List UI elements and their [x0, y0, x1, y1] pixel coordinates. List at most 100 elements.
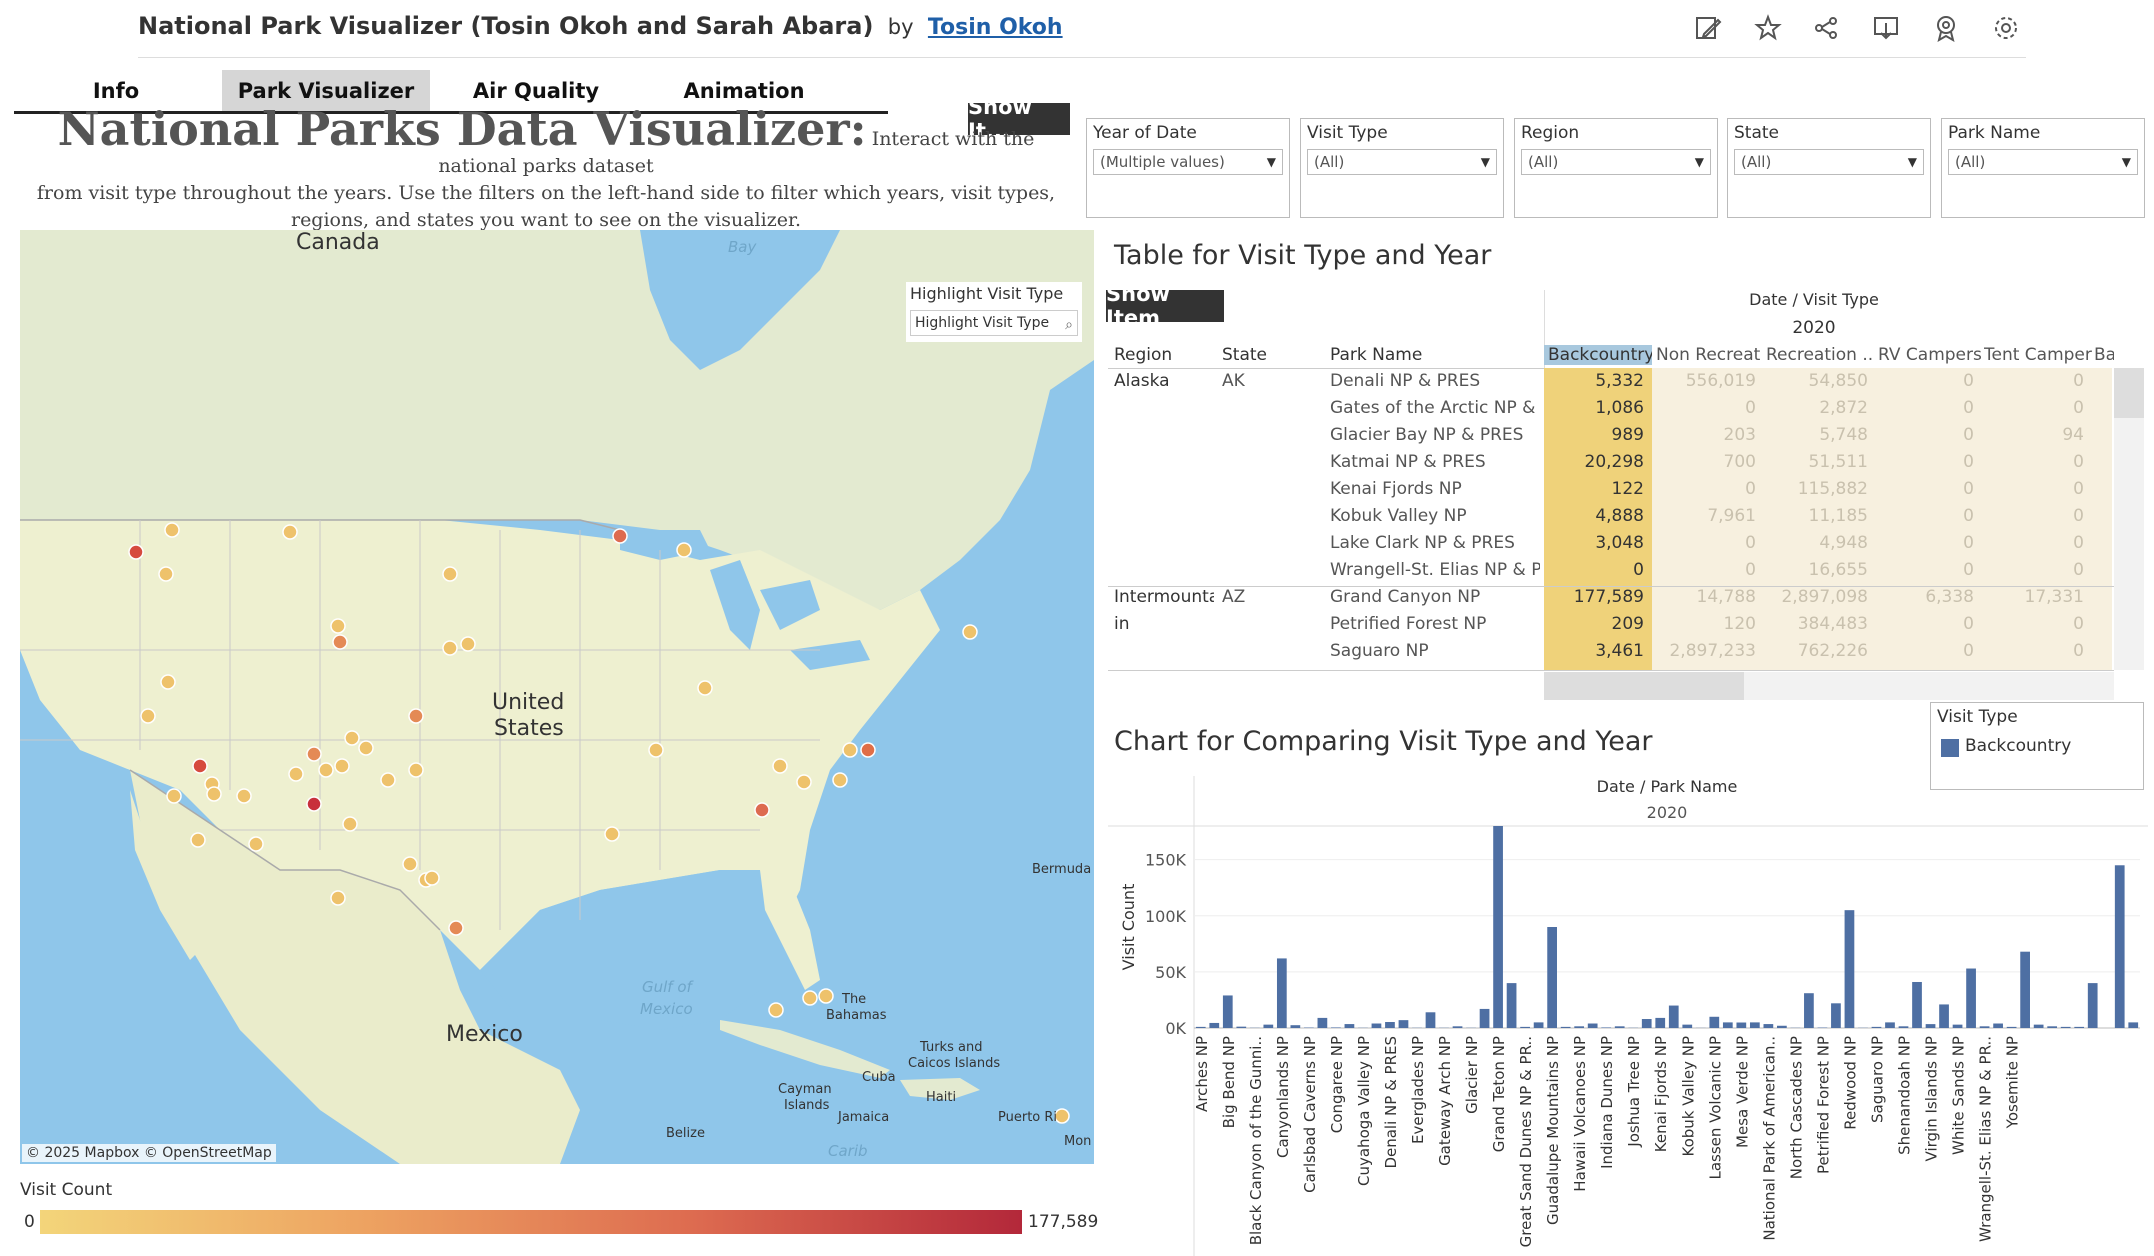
chart-bar[interactable]: [1317, 1017, 1328, 1028]
map-attribution[interactable]: © 2025 Mapbox © OpenStreetMap: [22, 1144, 276, 1162]
chart-bar[interactable]: [2128, 1022, 2139, 1028]
chart-bar[interactable]: [1804, 993, 1814, 1028]
chart-bar[interactable]: [1587, 1023, 1598, 1028]
table-row[interactable]: Wrangell-St. Elias NP & PR.. 0 0 16,655 0 0: [0, 557, 2154, 584]
col-recreation[interactable]: Recreation ..: [1766, 345, 1874, 365]
chart-bar[interactable]: [2047, 1026, 2058, 1028]
chart-bar[interactable]: [2074, 1026, 2085, 1028]
park-point[interactable]: [842, 742, 858, 758]
chart-bar[interactable]: [1479, 1008, 1490, 1028]
chart-bar[interactable]: [1385, 1022, 1395, 1028]
park-point[interactable]: [697, 680, 713, 696]
chart-bar[interactable]: [1993, 1023, 2003, 1028]
park-point[interactable]: [648, 742, 664, 758]
table-row[interactable]: Saguaro NP 3,461 2,897,233 762,226 0 0: [0, 638, 2154, 665]
col-non-recreation[interactable]: Non Recreat..: [1656, 345, 1762, 365]
park-point[interactable]: [448, 920, 464, 936]
chart-bar[interactable]: [1777, 1025, 1787, 1028]
table-row[interactable]: Katmai NP & PRES 20,298 700 51,511 0 0: [0, 449, 2154, 476]
chart-bar[interactable]: [1939, 1004, 1949, 1028]
chart-bar[interactable]: [1398, 1020, 1409, 1028]
table-horizontal-scroll-thumb[interactable]: [1544, 672, 1744, 700]
chart-bar[interactable]: [1263, 1024, 1274, 1028]
chart-bar[interactable]: [1966, 968, 1976, 1028]
chart-bar[interactable]: [1601, 1027, 1612, 1028]
table-row[interactable]: in Petrified Forest NP 209 120 384,483 0 0: [0, 611, 2154, 638]
col-ba[interactable]: Ba: [2094, 345, 2114, 365]
park-point[interactable]: [192, 758, 208, 774]
chart-bar[interactable]: [1844, 910, 1855, 1028]
chart-bar[interactable]: [2033, 1024, 2044, 1028]
park-point[interactable]: [754, 802, 770, 818]
chart-bar[interactable]: [1898, 1026, 1909, 1028]
col-region[interactable]: Region: [1114, 345, 1214, 365]
filter-state-select[interactable]: (All) ▼: [1734, 149, 1924, 175]
chart-bar[interactable]: [1655, 1017, 1666, 1028]
chart-bar[interactable]: [1452, 1026, 1463, 1028]
chart-bar[interactable]: [2087, 983, 2098, 1028]
park-point[interactable]: [408, 762, 424, 778]
park-point[interactable]: [832, 772, 848, 788]
chart-bar[interactable]: [1533, 1022, 1544, 1028]
filter-park-name-select[interactable]: (All) ▼: [1948, 149, 2138, 175]
col-state[interactable]: State: [1222, 345, 1322, 365]
park-point[interactable]: [306, 796, 322, 812]
park-point[interactable]: [380, 772, 396, 788]
park-point[interactable]: [604, 826, 620, 842]
table-row[interactable]: Kenai Fjords NP 122 0 115,882 0 0: [0, 476, 2154, 503]
chart-bar[interactable]: [1574, 1026, 1585, 1028]
chart-bar[interactable]: [1209, 1022, 1220, 1028]
chart-bar[interactable]: [1371, 1023, 1382, 1028]
park-point[interactable]: [334, 758, 350, 774]
chart-bar[interactable]: [1331, 1027, 1341, 1028]
author-link[interactable]: Tosin Okoh: [928, 15, 1063, 40]
park-point[interactable]: [206, 786, 222, 802]
highlight-visit-type-input[interactable]: Highlight Visit Type ⌕: [910, 310, 1078, 336]
chart-bar[interactable]: [1668, 1005, 1679, 1028]
park-point[interactable]: [140, 708, 156, 724]
visit-chart[interactable]: Date / Park Name 2020 0K 50K 100K 150K Visit C…: [1108, 766, 2148, 1256]
chart-bar[interactable]: [1736, 1022, 1747, 1028]
edit-icon[interactable]: [1690, 10, 1726, 46]
chart-bar[interactable]: [1547, 927, 1557, 1028]
park-point[interactable]: [342, 816, 358, 832]
chart-bar[interactable]: [1763, 1024, 1774, 1028]
chart-bar[interactable]: [1222, 995, 1233, 1028]
chart-bar[interactable]: [1290, 1025, 1301, 1028]
chart-bar[interactable]: [1749, 1022, 1760, 1028]
star-icon[interactable]: [1750, 10, 1786, 46]
chart-bar[interactable]: [1912, 981, 1922, 1028]
park-point[interactable]: [248, 836, 264, 852]
filter-visit-type-select[interactable]: (All) ▼: [1307, 149, 1497, 175]
chart-bar[interactable]: [1952, 1024, 1963, 1028]
park-point[interactable]: [166, 788, 182, 804]
chart-bar[interactable]: [1885, 1022, 1895, 1028]
chart-bar[interactable]: [1641, 1019, 1652, 1028]
badge-icon[interactable]: [1928, 10, 1964, 46]
park-point[interactable]: [408, 708, 424, 724]
chart-bar[interactable]: [1560, 1026, 1571, 1028]
park-point[interactable]: [358, 740, 374, 756]
chart-bar[interactable]: [1520, 1026, 1530, 1028]
chart-bar[interactable]: [1614, 1026, 1625, 1028]
park-point[interactable]: [344, 730, 360, 746]
chart-bar[interactable]: [1506, 983, 1517, 1028]
park-point[interactable]: [236, 788, 252, 804]
legend-swatch-backcountry[interactable]: [1941, 739, 1959, 757]
download-icon[interactable]: [1868, 10, 1904, 46]
filter-region-select[interactable]: (All) ▼: [1521, 149, 1711, 175]
chart-bar[interactable]: [1682, 1024, 1693, 1028]
chart-bar[interactable]: [1831, 1003, 1841, 1028]
park-point[interactable]: [190, 832, 206, 848]
park-point[interactable]: [772, 758, 788, 774]
chart-bar[interactable]: [1425, 1012, 1436, 1028]
park-point[interactable]: [318, 762, 334, 778]
park-point[interactable]: [306, 746, 322, 762]
legend-label-backcountry[interactable]: Backcountry: [1965, 736, 2071, 756]
chart-bar[interactable]: [2020, 951, 2030, 1028]
col-tent-campers[interactable]: Tent Campers: [1984, 345, 2092, 365]
col-backcountry[interactable]: Backcountry: [1544, 345, 1652, 365]
park-point[interactable]: [288, 766, 304, 782]
chart-bar[interactable]: [1871, 1026, 1882, 1028]
table-row[interactable]: Intermounta AZ Grand Canyon NP 177,589 14,78…: [0, 584, 2154, 611]
